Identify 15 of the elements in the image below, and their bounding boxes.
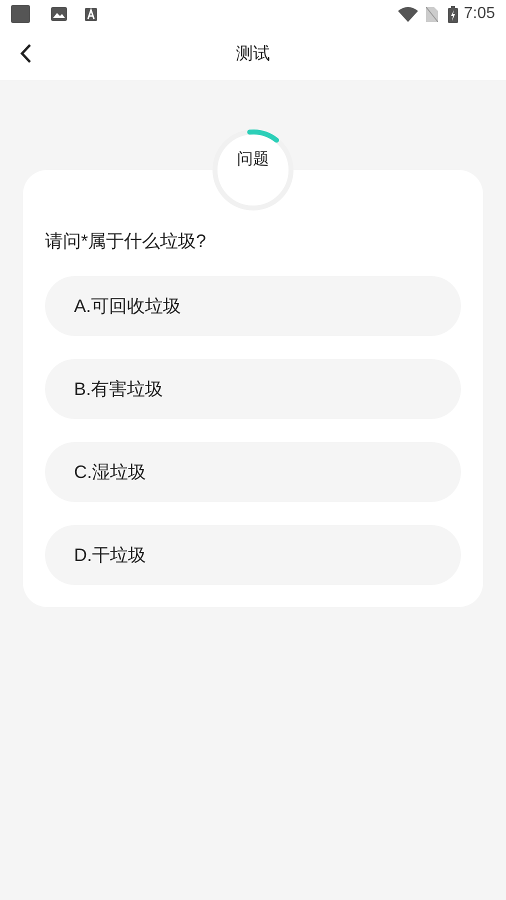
app-icon	[85, 8, 97, 20]
question-text: 请问*属于什么垃圾?	[45, 230, 208, 253]
question-label: 问题	[237, 150, 269, 170]
answer-option[interactable]: C.湿垃圾	[45, 442, 461, 502]
page-title: 测试	[236, 43, 270, 66]
battery-charging-icon	[448, 6, 458, 22]
answer-option[interactable]: A.可回收垃圾	[45, 276, 461, 336]
answer-option[interactable]: B.有害垃圾	[45, 359, 461, 419]
no-sim-icon	[426, 6, 438, 22]
image-icon	[51, 7, 67, 21]
notification-icon	[11, 5, 30, 23]
status-time: 7:05	[464, 4, 495, 24]
answer-option[interactable]: D.干垃圾	[45, 525, 461, 585]
wifi-icon	[398, 6, 418, 22]
back-icon[interactable]	[20, 43, 32, 64]
